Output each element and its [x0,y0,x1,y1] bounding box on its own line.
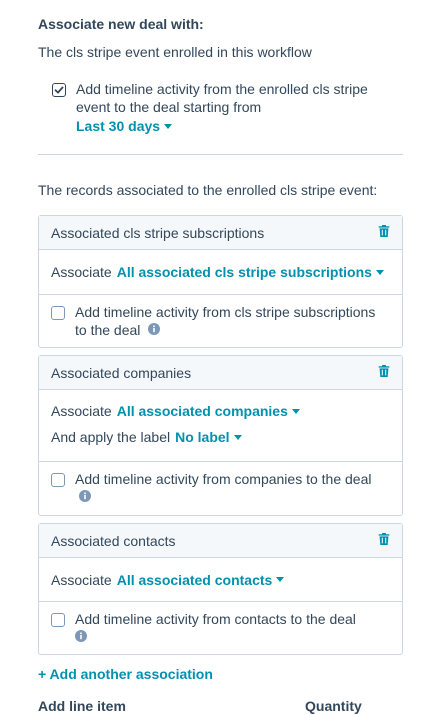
associate-value: All associated cls stripe subscriptions [116,264,372,280]
enrolled-timeline-row: Add timeline activity from the enrolled … [52,80,402,135]
delete-association-button[interactable] [378,364,390,381]
checkmark-icon [54,86,64,94]
label-value: No label [175,429,230,445]
timeline-section: Add timeline activity from companies to … [39,462,402,515]
chevron-down-icon [375,269,384,275]
associate-value: All associated companies [116,403,288,419]
card-header: Associated cls stripe subscriptions [39,216,402,250]
associate-dropdown[interactable]: All associated cls stripe subscriptions [117,264,384,280]
trash-icon [378,365,390,377]
info-icon[interactable] [79,488,91,506]
info-icon[interactable] [75,628,87,646]
delete-association-button[interactable] [378,532,390,549]
timeline-checkbox[interactable] [51,613,65,627]
line-item-header: Add line item [38,698,126,714]
association-card-companies: Associated companies Associate All assoc… [38,355,403,516]
apply-label-text: And apply the label [51,429,171,445]
card-title: Associated contacts [51,532,176,549]
timeline-range-value: Last 30 days [76,118,161,134]
label-dropdown[interactable]: No label [175,429,242,445]
card-title: Associated cls stripe subscriptions [51,224,265,241]
timeline-label: Add timeline activity from companies to … [75,471,372,487]
card-header: Associated companies [39,356,402,390]
associated-records-text: The records associated to the enrolled c… [38,182,378,198]
associate-value: All associated contacts [116,571,273,588]
enrolled-timeline-checkbox[interactable] [52,83,66,97]
associate-section: Associate All associated contacts [39,558,402,602]
timeline-section: Add timeline activity from contacts to t… [39,602,402,654]
timeline-section: Add timeline activity from cls stripe su… [39,295,402,347]
chevron-down-icon [276,577,285,583]
association-card-subscriptions: Associated cls stripe subscriptions Asso… [38,215,403,348]
info-icon[interactable] [148,321,161,339]
association-card-contacts: Associated contacts Associate All associ… [38,523,403,655]
associate-label: Associate [51,403,112,419]
timeline-checkbox[interactable] [51,306,65,320]
timeline-label: Add timeline activity from contacts to t… [75,611,356,627]
enrolled-timeline-label: Add timeline activity from the enrolled … [76,81,368,115]
associate-dropdown[interactable]: All associated contacts [117,572,285,588]
chevron-down-icon [164,123,173,129]
associate-label: Associate [51,264,112,280]
chevron-down-icon [291,408,300,414]
timeline-range-dropdown[interactable]: Last 30 days [76,118,173,134]
trash-icon [378,533,390,545]
chevron-down-icon [233,434,242,440]
timeline-label: Add timeline activity from cls stripe su… [75,304,376,338]
associate-label: Associate [51,571,112,588]
associate-section: Associate All associated cls stripe subs… [39,250,402,295]
timeline-checkbox[interactable] [51,473,65,487]
associate-section: Associate All associated companies And a… [39,390,402,462]
associate-dropdown[interactable]: All associated companies [117,403,300,419]
add-association-button[interactable]: + Add another association [38,666,213,682]
delete-association-button[interactable] [378,224,390,241]
section-heading: Associate new deal with: [38,16,204,32]
trash-icon [378,225,390,237]
section-divider [38,154,403,155]
quantity-header: Quantity [305,698,362,714]
card-title: Associated companies [51,364,192,381]
card-header: Associated contacts [39,524,402,558]
enrolled-object-text: The cls stripe event enrolled in this wo… [38,44,312,60]
